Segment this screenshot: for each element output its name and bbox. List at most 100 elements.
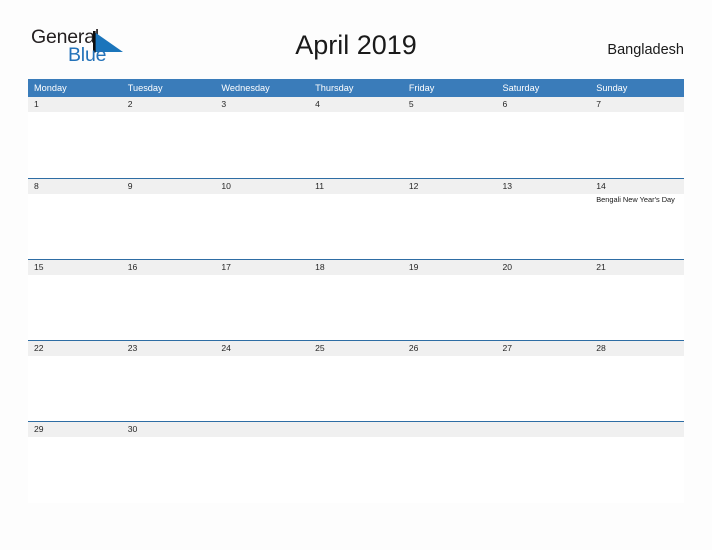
day-cell[interactable]: 5 bbox=[403, 97, 497, 112]
event-cell[interactable] bbox=[497, 112, 591, 178]
event-cell[interactable] bbox=[28, 194, 122, 260]
event-cell[interactable] bbox=[122, 194, 216, 260]
week-date-band: 15 16 17 18 19 20 21 bbox=[28, 260, 684, 275]
day-number: 26 bbox=[408, 343, 419, 353]
weekday-header-row: Monday Tuesday Wednesday Thursday Friday… bbox=[28, 79, 684, 97]
event-cell[interactable] bbox=[590, 112, 684, 178]
day-cell-empty bbox=[497, 422, 591, 437]
event-cell[interactable] bbox=[122, 112, 216, 178]
event-cell[interactable] bbox=[122, 356, 216, 422]
day-cell[interactable]: 28 bbox=[590, 341, 684, 356]
day-cell[interactable]: 14 bbox=[590, 179, 684, 194]
event-cell[interactable] bbox=[28, 437, 122, 503]
day-cell[interactable]: 1 bbox=[28, 97, 122, 112]
day-cell[interactable]: 16 bbox=[122, 260, 216, 275]
day-number: 13 bbox=[502, 181, 513, 191]
day-cell[interactable]: 17 bbox=[215, 260, 309, 275]
day-cell[interactable]: 4 bbox=[309, 97, 403, 112]
day-cell[interactable]: 15 bbox=[28, 260, 122, 275]
day-number: 7 bbox=[596, 99, 601, 109]
day-cell[interactable]: 23 bbox=[122, 341, 216, 356]
week-events-band bbox=[28, 275, 684, 341]
event-cell[interactable] bbox=[497, 356, 591, 422]
event-cell-holiday[interactable]: Bengali New Year's Day bbox=[590, 194, 684, 260]
calendar-page: General Blue April 2019 Bangladesh Monda… bbox=[0, 0, 712, 550]
event-cell[interactable] bbox=[122, 437, 216, 503]
day-cell[interactable]: 11 bbox=[309, 179, 403, 194]
event-cell[interactable] bbox=[403, 194, 497, 260]
weekday-header-saturday: Saturday bbox=[502, 83, 540, 93]
event-cell[interactable] bbox=[309, 194, 403, 260]
day-number: 14 bbox=[596, 181, 606, 191]
event-cell[interactable] bbox=[403, 112, 497, 178]
day-number: 4 bbox=[315, 99, 320, 109]
day-cell[interactable]: 3 bbox=[215, 97, 309, 112]
day-cell[interactable]: 13 bbox=[497, 179, 591, 194]
day-cell[interactable]: 6 bbox=[497, 97, 591, 112]
day-number: 11 bbox=[315, 181, 325, 191]
day-number: 3 bbox=[221, 99, 227, 109]
day-cell[interactable]: 26 bbox=[403, 341, 497, 356]
day-cell[interactable]: 24 bbox=[215, 341, 309, 356]
day-number: 23 bbox=[127, 343, 138, 353]
day-number: 15 bbox=[34, 262, 44, 272]
event-cell[interactable] bbox=[215, 356, 309, 422]
event-cell[interactable] bbox=[309, 356, 403, 422]
event-cell[interactable] bbox=[28, 275, 122, 341]
day-cell[interactable]: 19 bbox=[403, 260, 497, 275]
day-number: 25 bbox=[315, 343, 325, 353]
event-cell[interactable] bbox=[28, 356, 122, 422]
event-cell[interactable] bbox=[215, 275, 309, 341]
day-cell[interactable]: 8 bbox=[28, 179, 122, 194]
day-cell[interactable]: 12 bbox=[403, 179, 497, 194]
day-number: 8 bbox=[34, 181, 39, 191]
week-date-band: 29 30 bbox=[28, 422, 684, 437]
event-cell[interactable] bbox=[590, 356, 684, 422]
day-cell-empty bbox=[309, 422, 403, 437]
day-number: 9 bbox=[127, 181, 133, 191]
event-cell[interactable] bbox=[215, 112, 309, 178]
day-cell[interactable]: 22 bbox=[28, 341, 122, 356]
weekday-header-friday: Friday bbox=[408, 83, 435, 93]
weekday-header-tuesday: Tuesday bbox=[127, 83, 163, 93]
event-cell[interactable] bbox=[497, 275, 591, 341]
event-cell[interactable] bbox=[122, 275, 216, 341]
event-cell[interactable] bbox=[590, 275, 684, 341]
event-cell[interactable] bbox=[403, 275, 497, 341]
day-cell[interactable]: 2 bbox=[122, 97, 216, 112]
weekday-header-sunday: Sunday bbox=[596, 83, 628, 93]
day-cell[interactable]: 29 bbox=[28, 422, 122, 437]
event-cell[interactable] bbox=[309, 112, 403, 178]
week-events-band bbox=[28, 356, 684, 422]
event-cell[interactable] bbox=[28, 112, 122, 178]
day-number: 16 bbox=[127, 262, 138, 272]
event-cell[interactable] bbox=[215, 194, 309, 260]
week-events-band: Bengali New Year's Day bbox=[28, 194, 684, 260]
day-cell[interactable]: 30 bbox=[122, 422, 216, 437]
country-label: Bangladesh bbox=[607, 42, 684, 58]
day-cell-empty bbox=[215, 422, 309, 437]
day-number: 29 bbox=[34, 424, 44, 434]
day-cell[interactable]: 21 bbox=[590, 260, 684, 275]
event-cell[interactable] bbox=[497, 194, 591, 260]
day-number: 1 bbox=[34, 99, 39, 109]
day-cell[interactable]: 27 bbox=[497, 341, 591, 356]
event-cell bbox=[309, 437, 403, 503]
event-cell[interactable] bbox=[309, 275, 403, 341]
day-number: 12 bbox=[408, 181, 419, 191]
event-cell[interactable] bbox=[403, 356, 497, 422]
day-cell[interactable]: 20 bbox=[497, 260, 591, 275]
day-number: 18 bbox=[315, 262, 325, 272]
day-cell[interactable]: 25 bbox=[309, 341, 403, 356]
event-cell bbox=[215, 437, 309, 503]
week-row: 29 30 bbox=[28, 421, 684, 503]
day-cell[interactable]: 7 bbox=[590, 97, 684, 112]
day-cell[interactable]: 18 bbox=[309, 260, 403, 275]
week-events-band bbox=[28, 437, 684, 503]
weekday-header-thursday: Thursday bbox=[315, 83, 354, 93]
day-cell[interactable]: 9 bbox=[122, 179, 216, 194]
week-date-band: 1 2 3 4 5 6 7 bbox=[28, 97, 684, 112]
week-row: 15 16 17 18 19 20 21 bbox=[28, 259, 684, 341]
day-cell[interactable]: 10 bbox=[215, 179, 309, 194]
day-number: 28 bbox=[596, 343, 606, 353]
